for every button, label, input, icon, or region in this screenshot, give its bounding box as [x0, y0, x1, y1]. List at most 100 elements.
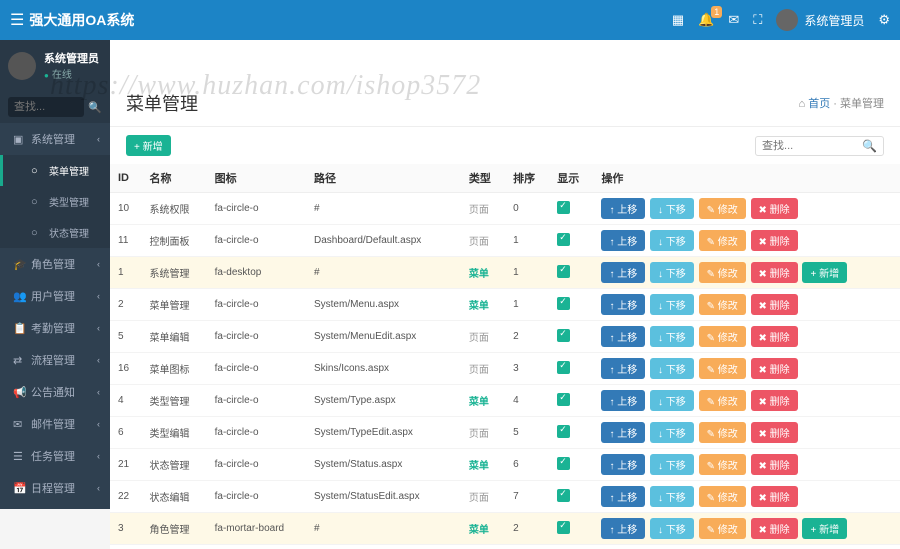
add-child-button[interactable]: + 新增	[802, 262, 847, 283]
delete-button[interactable]: ✖ 删除	[751, 294, 798, 315]
edit-button[interactable]: ✎ 修改	[699, 390, 746, 411]
cell-ops: ↑ 上移 ↓ 下移 ✎ 修改 ✖ 删除	[593, 545, 900, 549]
sidebar-item[interactable]: ⇄流程管理‹	[0, 344, 110, 376]
check-icon[interactable]	[557, 265, 570, 278]
move-down-button[interactable]: ↓ 下移	[650, 454, 694, 475]
sidebar-item[interactable]: 📋考勤管理‹	[0, 312, 110, 344]
move-down-button[interactable]: ↓ 下移	[650, 294, 694, 315]
sidebar-item[interactable]: ▣系统管理‹	[0, 123, 110, 155]
edit-button[interactable]: ✎ 修改	[699, 486, 746, 507]
edit-button[interactable]: ✎ 修改	[699, 358, 746, 379]
cell-ops: ↑ 上移 ↓ 下移 ✎ 修改 ✖ 删除	[593, 417, 900, 449]
cell-path: System/Type.aspx	[306, 385, 461, 417]
sidebar-item[interactable]: ○状态管理	[0, 217, 110, 248]
check-icon[interactable]	[557, 297, 570, 310]
delete-button[interactable]: ✖ 删除	[751, 390, 798, 411]
check-icon[interactable]	[557, 329, 570, 342]
sidebar-item[interactable]: 📊工作计划‹	[0, 504, 110, 509]
search-icon[interactable]: 🔍	[88, 101, 102, 114]
move-down-button[interactable]: ↓ 下移	[650, 422, 694, 443]
delete-button[interactable]: ✖ 删除	[751, 358, 798, 379]
delete-button[interactable]: ✖ 删除	[751, 230, 798, 251]
delete-button[interactable]: ✖ 删除	[751, 198, 798, 219]
cell-path: Skins/Icons.aspx	[306, 353, 461, 385]
move-down-button[interactable]: ↓ 下移	[650, 230, 694, 251]
sidebar-item[interactable]: 👥用户管理‹	[0, 280, 110, 312]
edit-button[interactable]: ✎ 修改	[699, 454, 746, 475]
delete-button[interactable]: ✖ 删除	[751, 262, 798, 283]
check-icon[interactable]	[557, 201, 570, 214]
sidebar-item[interactable]: ✉邮件管理‹	[0, 408, 110, 440]
sidebar-item[interactable]: ○菜单管理	[0, 155, 110, 186]
user-menu[interactable]: 系统管理员	[776, 9, 864, 31]
cell-show	[549, 449, 593, 481]
cell-id: 6	[110, 417, 142, 449]
grid-icon[interactable]: ▦	[672, 12, 684, 28]
sidebar-item[interactable]: ☰任务管理‹	[0, 440, 110, 472]
check-icon[interactable]	[557, 425, 570, 438]
edit-button[interactable]: ✎ 修改	[699, 230, 746, 251]
move-up-button[interactable]: ↑ 上移	[601, 390, 645, 411]
move-up-button[interactable]: ↑ 上移	[601, 486, 645, 507]
cell-show	[549, 225, 593, 257]
check-icon[interactable]	[557, 393, 570, 406]
bell-icon[interactable]: 🔔1	[698, 12, 714, 28]
move-up-button[interactable]: ↑ 上移	[601, 294, 645, 315]
delete-button[interactable]: ✖ 删除	[751, 486, 798, 507]
mail-icon[interactable]: ✉	[728, 12, 739, 28]
delete-button[interactable]: ✖ 删除	[751, 326, 798, 347]
move-up-button[interactable]: ↑ 上移	[601, 326, 645, 347]
menu-icon: ○	[31, 196, 43, 208]
chevron-left-icon: ‹	[97, 451, 100, 461]
cell-type: 页面	[461, 353, 505, 385]
sidebar-item[interactable]: 📅日程管理‹	[0, 472, 110, 504]
check-icon[interactable]	[557, 361, 570, 374]
check-icon[interactable]	[557, 521, 570, 534]
sidebar-item[interactable]: 📢公告通知‹	[0, 376, 110, 408]
expand-icon[interactable]: ⛶	[753, 12, 762, 28]
delete-button[interactable]: ✖ 删除	[751, 454, 798, 475]
edit-button[interactable]: ✎ 修改	[699, 326, 746, 347]
sidebar-item[interactable]: ○类型管理	[0, 186, 110, 217]
menu-icon: ☰	[13, 450, 25, 463]
move-up-button[interactable]: ↑ 上移	[601, 262, 645, 283]
move-up-button[interactable]: ↑ 上移	[601, 230, 645, 251]
move-up-button[interactable]: ↑ 上移	[601, 454, 645, 475]
delete-button[interactable]: ✖ 删除	[751, 422, 798, 443]
edit-button[interactable]: ✎ 修改	[699, 422, 746, 443]
check-icon[interactable]	[557, 233, 570, 246]
move-up-button[interactable]: ↑ 上移	[601, 518, 645, 539]
add-button[interactable]: + 新增	[126, 135, 171, 156]
check-icon[interactable]	[557, 489, 570, 502]
move-down-button[interactable]: ↓ 下移	[650, 518, 694, 539]
edit-button[interactable]: ✎ 修改	[699, 198, 746, 219]
cell-show	[549, 417, 593, 449]
edit-button[interactable]: ✎ 修改	[699, 518, 746, 539]
toolbar: + 新增 🔍	[110, 127, 900, 164]
edit-button[interactable]: ✎ 修改	[699, 294, 746, 315]
move-up-button[interactable]: ↑ 上移	[601, 422, 645, 443]
move-down-button[interactable]: ↓ 下移	[650, 326, 694, 347]
chevron-left-icon: ‹	[97, 323, 100, 333]
delete-button[interactable]: ✖ 删除	[751, 518, 798, 539]
move-down-button[interactable]: ↓ 下移	[650, 358, 694, 379]
menu-toggle-icon[interactable]: ☰	[10, 10, 24, 30]
check-icon[interactable]	[557, 457, 570, 470]
table-search-input[interactable]	[762, 140, 862, 152]
move-down-button[interactable]: ↓ 下移	[650, 390, 694, 411]
main: 菜单管理 ⌂ 首页 · 菜单管理 + 新增 🔍 ID 名称 图标 路径 类型 排…	[110, 40, 900, 549]
move-down-button[interactable]: ↓ 下移	[650, 198, 694, 219]
add-child-button[interactable]: + 新增	[802, 518, 847, 539]
menu-label: 邮件管理	[31, 416, 75, 432]
sidebar-search-input[interactable]	[8, 97, 84, 117]
search-icon[interactable]: 🔍	[862, 139, 877, 153]
move-down-button[interactable]: ↓ 下移	[650, 262, 694, 283]
move-up-button[interactable]: ↑ 上移	[601, 358, 645, 379]
edit-button[interactable]: ✎ 修改	[699, 262, 746, 283]
move-down-button[interactable]: ↓ 下移	[650, 486, 694, 507]
crumb-home[interactable]: 首页	[808, 98, 830, 110]
gear-icon[interactable]: ⚙	[878, 12, 890, 28]
sidebar-item[interactable]: 🎓角色管理‹	[0, 248, 110, 280]
cell-name: 菜单编辑	[142, 321, 207, 353]
move-up-button[interactable]: ↑ 上移	[601, 198, 645, 219]
